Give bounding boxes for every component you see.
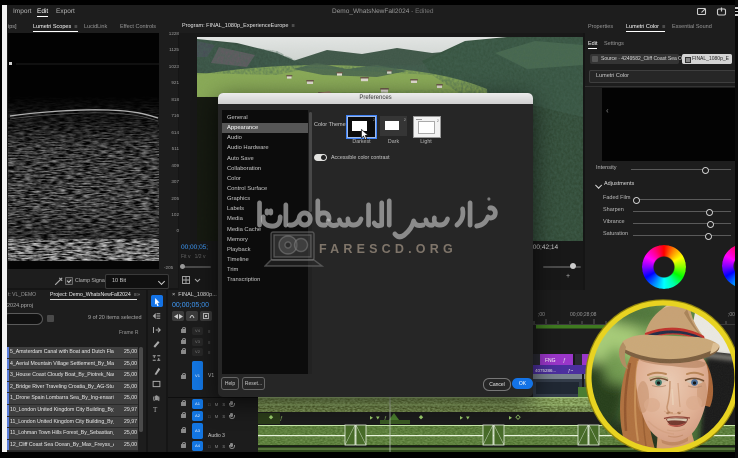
svg-text:ƒ: ƒ — [563, 358, 566, 364]
svg-text:FNG: FNG — [545, 358, 556, 364]
svg-text:ƒ: ƒ — [280, 416, 283, 422]
svg-text:ƒ~: ƒ~ — [568, 368, 574, 373]
svg-text:4075286...: 4075286... — [535, 368, 556, 373]
